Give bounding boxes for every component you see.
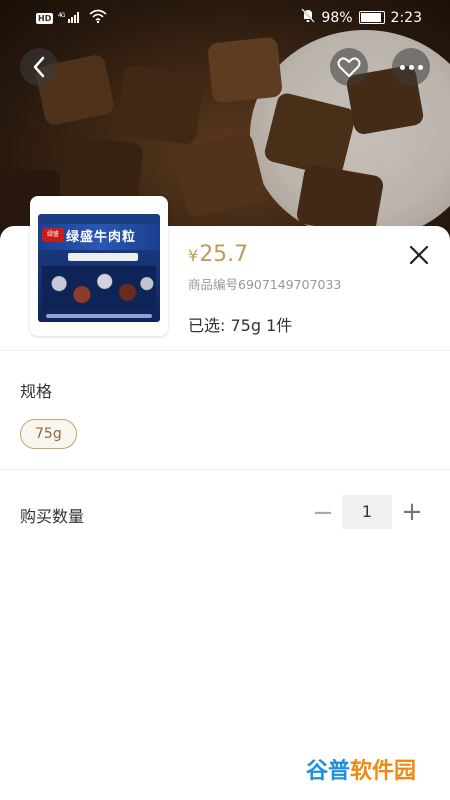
close-icon — [409, 245, 429, 265]
more-dots-icon — [399, 64, 405, 70]
close-button[interactable] — [404, 240, 434, 270]
battery-icon — [358, 11, 385, 24]
package-name: 绿盛牛肉粒 — [66, 230, 137, 245]
currency-symbol: ¥ — [188, 246, 199, 265]
chevron-left-icon — [33, 56, 45, 78]
quantity-increment-button[interactable]: + — [400, 499, 424, 525]
more-button[interactable] — [392, 48, 430, 86]
divider — [0, 350, 450, 351]
network-type-label: 4G — [58, 12, 66, 19]
quantity-decrement-button[interactable]: − — [312, 500, 334, 526]
watermark-part1: 谷普 — [306, 759, 351, 784]
watermark-part2: 软件园 — [350, 759, 417, 784]
product-price: ¥25.7 — [188, 242, 248, 267]
selected-summary: 已选: 75g 1件 — [188, 316, 293, 335]
network-hd-badge: HD — [36, 12, 54, 24]
watermark-logo: 谷普 软件园 — [306, 753, 416, 785]
heart-icon — [337, 57, 361, 77]
spec-label: 规格 — [20, 382, 53, 401]
divider — [0, 469, 450, 470]
spec-option-75g[interactable]: 75g — [20, 419, 77, 449]
back-button[interactable] — [20, 48, 58, 86]
product-thumbnail: 绿盛 绿盛牛肉粒 — [30, 196, 168, 336]
product-package-image: 绿盛 绿盛牛肉粒 — [38, 214, 160, 322]
battery-percent: 98% — [321, 9, 353, 26]
brand-badge: 绿盛 — [42, 228, 64, 242]
favorite-button[interactable] — [330, 48, 368, 86]
mute-bell-icon — [301, 8, 316, 27]
price-value: 25.7 — [199, 242, 249, 267]
quantity-label: 购买数量 — [20, 507, 85, 526]
status-bar: HD 4G 98% 2:23 — [0, 0, 450, 34]
clock-time: 2:23 — [390, 9, 422, 26]
wifi-icon — [89, 9, 107, 27]
signal-icon: 4G — [58, 11, 84, 26]
quantity-input[interactable]: 1 — [342, 495, 392, 529]
product-code: 商品编号6907149707033 — [188, 277, 342, 292]
